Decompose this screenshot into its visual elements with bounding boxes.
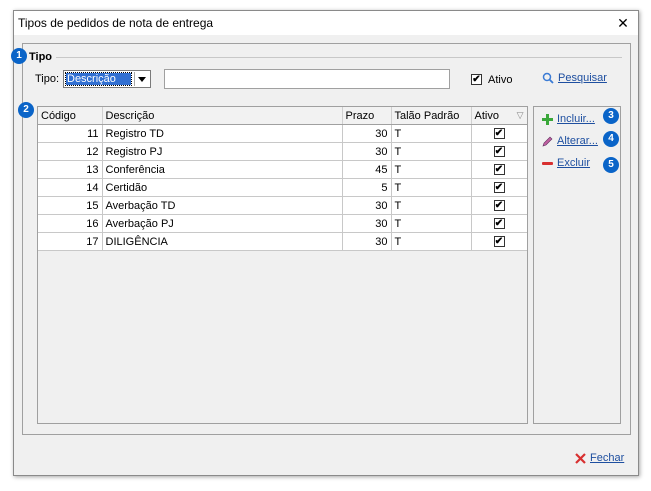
col-header-talao[interactable]: Talão Padrão bbox=[391, 107, 472, 125]
group-divider bbox=[56, 57, 622, 58]
table-row[interactable]: 13 Conferência 45 T ✔ bbox=[38, 160, 527, 179]
cell-prazo: 30 bbox=[342, 142, 392, 161]
title-bar: Tipos de pedidos de nota de entrega ✕ bbox=[14, 11, 638, 35]
pesquisar-label: Pesquisar bbox=[558, 72, 607, 84]
cell-descricao: Registro PJ bbox=[102, 142, 343, 161]
plus-icon bbox=[542, 113, 553, 125]
alterar-label: Alterar... bbox=[557, 135, 598, 147]
cell-descricao: Averbação TD bbox=[102, 196, 343, 215]
tipo-label: Tipo: bbox=[35, 73, 60, 85]
excluir-label: Excluir bbox=[557, 157, 591, 169]
search-input[interactable] bbox=[164, 69, 450, 89]
cell-descricao: Certidão bbox=[102, 178, 343, 197]
cell-codigo: 13 bbox=[38, 160, 103, 179]
chevron-down-icon[interactable] bbox=[134, 72, 149, 86]
col-header-codigo[interactable]: Código bbox=[38, 107, 103, 125]
ativo-checkbox-cell[interactable]: ✔ bbox=[493, 200, 505, 212]
cell-codigo: 17 bbox=[38, 232, 103, 251]
cell-talao: T bbox=[391, 142, 472, 161]
cell-prazo: 30 bbox=[342, 214, 392, 233]
alterar-button[interactable]: Alterar... bbox=[542, 135, 598, 147]
cell-talao: T bbox=[391, 160, 472, 179]
table-row[interactable]: 11 Registro TD 30 T ✔ bbox=[38, 124, 527, 143]
table-header-row: Código Descrição Prazo Talão Padrão Ativ… bbox=[38, 107, 527, 125]
table-row[interactable]: 15 Averbação TD 30 T ✔ bbox=[38, 196, 527, 215]
fechar-button[interactable]: Fechar bbox=[575, 452, 624, 464]
cell-descricao: DILIGÊNCIA bbox=[102, 232, 343, 251]
cell-codigo: 15 bbox=[38, 196, 103, 215]
fechar-label: Fechar bbox=[590, 452, 625, 464]
filter-icon[interactable]: ▽ bbox=[517, 110, 524, 121]
pencil-icon bbox=[542, 136, 553, 147]
cell-talao: T bbox=[391, 124, 472, 143]
table-row[interactable]: 16 Averbação PJ 30 T ✔ bbox=[38, 214, 527, 233]
cell-descricao: Registro TD bbox=[102, 124, 343, 143]
callout-badge-4: 4 bbox=[603, 131, 619, 147]
group-title-tipo: Tipo bbox=[29, 51, 53, 63]
cell-ativo: ✔ bbox=[471, 214, 527, 233]
ativo-checkbox-cell[interactable]: ✔ bbox=[493, 236, 505, 248]
cell-talao: T bbox=[391, 214, 472, 233]
col-header-ativo-label: Ativo bbox=[474, 109, 499, 122]
col-header-prazo[interactable]: Prazo bbox=[342, 107, 392, 125]
ativo-checkbox-cell[interactable]: ✔ bbox=[493, 128, 505, 140]
search-icon bbox=[542, 72, 554, 84]
close-button[interactable]: ✕ bbox=[608, 11, 638, 35]
cell-codigo: 14 bbox=[38, 178, 103, 197]
cell-prazo: 30 bbox=[342, 232, 392, 251]
pesquisar-button[interactable]: Pesquisar bbox=[542, 72, 607, 84]
cell-descricao: Averbação PJ bbox=[102, 214, 343, 233]
cell-ativo: ✔ bbox=[471, 160, 527, 179]
callout-badge-1: 1 bbox=[11, 48, 27, 64]
table-row[interactable]: 14 Certidão 5 T ✔ bbox=[38, 178, 527, 197]
callout-badge-2: 2 bbox=[18, 102, 34, 118]
cell-prazo: 5 bbox=[342, 178, 392, 197]
cell-prazo: 30 bbox=[342, 124, 392, 143]
cell-ativo: ✔ bbox=[471, 142, 527, 161]
cell-codigo: 12 bbox=[38, 142, 103, 161]
table-row[interactable]: 12 Registro PJ 30 T ✔ bbox=[38, 142, 527, 161]
col-header-ativo[interactable]: Ativo ▽ bbox=[471, 107, 527, 125]
ativo-checkbox[interactable]: ✔ bbox=[471, 74, 482, 85]
cell-talao: T bbox=[391, 232, 472, 251]
cell-ativo: ✔ bbox=[471, 196, 527, 215]
types-grid[interactable]: Código Descrição Prazo Talão Padrão Ativ… bbox=[37, 106, 528, 424]
tipo-combo-value: Descrição bbox=[65, 72, 132, 86]
cell-prazo: 30 bbox=[342, 196, 392, 215]
table-row[interactable]: 17 DILIGÊNCIA 30 T ✔ bbox=[38, 232, 527, 251]
ativo-checkbox-cell[interactable]: ✔ bbox=[493, 182, 505, 194]
tipo-combo[interactable]: Descrição bbox=[63, 70, 151, 88]
actions-panel: Incluir... Alterar... Excluir bbox=[533, 106, 621, 424]
cell-talao: T bbox=[391, 196, 472, 215]
cell-codigo: 16 bbox=[38, 214, 103, 233]
col-header-descricao[interactable]: Descrição bbox=[102, 107, 343, 125]
close-x-icon bbox=[575, 452, 586, 464]
ativo-label: Ativo bbox=[488, 74, 513, 86]
types-table: Código Descrição Prazo Talão Padrão Ativ… bbox=[38, 107, 527, 251]
cell-ativo: ✔ bbox=[471, 178, 527, 197]
callout-badge-5: 5 bbox=[603, 157, 619, 173]
cell-ativo: ✔ bbox=[471, 232, 527, 251]
cell-prazo: 45 bbox=[342, 160, 392, 179]
minus-icon bbox=[542, 161, 553, 165]
cell-codigo: 11 bbox=[38, 124, 103, 143]
incluir-button[interactable]: Incluir... bbox=[542, 113, 595, 125]
incluir-label: Incluir... bbox=[557, 113, 595, 125]
cell-talao: T bbox=[391, 178, 472, 197]
cell-ativo: ✔ bbox=[471, 124, 527, 143]
excluir-button[interactable]: Excluir bbox=[542, 157, 590, 169]
ativo-checkbox-cell[interactable]: ✔ bbox=[493, 146, 505, 158]
ativo-checkbox-cell[interactable]: ✔ bbox=[493, 218, 505, 230]
cell-descricao: Conferência bbox=[102, 160, 343, 179]
ativo-checkbox-cell[interactable]: ✔ bbox=[493, 164, 505, 176]
window-title: Tipos de pedidos de nota de entrega bbox=[18, 16, 214, 30]
callout-badge-3: 3 bbox=[603, 108, 619, 124]
